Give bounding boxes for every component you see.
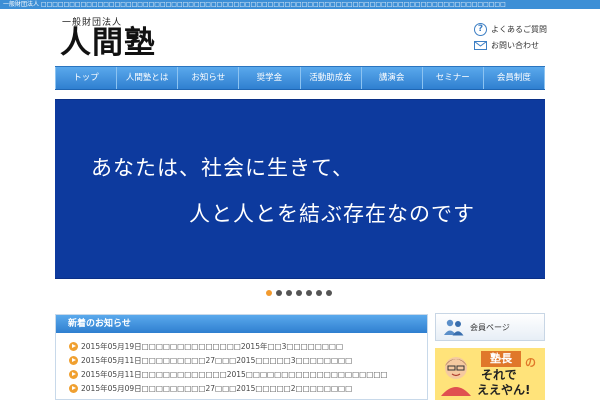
nav-item-top[interactable]: トップ [55,67,118,89]
promo-line2: それで [481,368,517,382]
portrait-illustration-icon [441,357,471,396]
faq-label: よくあるご質問 [491,25,547,34]
carousel-dot[interactable] [266,290,272,296]
main-nav: トップ 人間塾とは お知らせ 奨学金 活動助成金 講演会 セミナー 会員制度 [55,66,545,90]
arrow-right-icon [69,355,78,365]
carousel-dot[interactable] [286,290,292,296]
carousel-indicators [266,290,332,296]
carousel-dot[interactable] [316,290,322,296]
site-logo[interactable]: 人間塾 [60,25,156,61]
nav-item-news[interactable]: お知らせ [178,67,240,89]
news-item-text: 2015年05月11日□□□□□□□□□27□□□2015□□□□□3□□□□□… [81,355,353,365]
site-header: 一般財団法人 人間塾 ? よくあるご質問 お問い合わせ [0,9,600,65]
news-item-text: 2015年05月19日□□□□□□□□□□□□□□2015年□□3□□□□□□□… [81,341,344,351]
carousel-dot[interactable] [296,290,302,296]
hero-banner[interactable]: あなたは、社会に生きて、 人と人とを結ぶ存在なのです [55,99,545,279]
carousel-dot[interactable] [276,290,282,296]
news-item[interactable]: 2015年05月11日□□□□□□□□□□□□2015□□□□□□□□□□□□□… [56,367,427,381]
news-panel-title: 新着のお知らせ [56,315,427,333]
mail-icon [474,41,487,50]
members-icon [444,319,464,336]
arrow-right-icon [69,383,78,393]
arrow-right-icon [69,341,78,351]
promo-line3: ええやん! [477,383,531,397]
contact-label: お問い合わせ [491,41,539,50]
nav-item-scholarship[interactable]: 奨学金 [239,67,301,89]
news-panel: 新着のお知らせ 2015年05月19日□□□□□□□□□□□□□□2015年□□… [55,314,428,400]
promo-title: 塾長 [481,351,521,367]
top-info-text: 一般財団法人 □□□□□□□□□□□□□□□□□□□□□□□□□□□□□□□□□… [3,1,506,8]
news-item[interactable]: 2015年05月09日□□□□□□□□□27□□□2015□□□□□2□□□□□… [56,381,427,395]
top-info-bar: 一般財団法人 □□□□□□□□□□□□□□□□□□□□□□□□□□□□□□□□□… [0,0,600,9]
contact-link[interactable]: お問い合わせ [474,40,539,51]
nav-item-lectures[interactable]: 講演会 [362,67,423,89]
promo-banner[interactable]: 塾長 の それで ええやん! [435,348,545,400]
carousel-dot[interactable] [326,290,332,296]
promo-particle: の [525,356,536,369]
news-item[interactable]: 2015年05月19日□□□□□□□□□□□□□□2015年□□3□□□□□□□… [56,339,427,353]
news-item[interactable]: 2015年05月11日□□□□□□□□□27□□□2015□□□□□3□□□□□… [56,353,427,367]
question-icon: ? [474,23,487,36]
banner-text-line1: あなたは、社会に生きて、 [91,156,354,180]
arrow-right-icon [69,369,78,379]
nav-item-about[interactable]: 人間塾とは [117,67,179,89]
nav-item-grants[interactable]: 活動助成金 [301,67,362,89]
member-page-button[interactable]: 会員ページ [435,313,545,341]
news-item-text: 2015年05月09日□□□□□□□□□27□□□2015□□□□□2□□□□□… [81,383,353,393]
banner-text-line2: 人と人とを結ぶ存在なのです [189,202,475,226]
member-page-label: 会員ページ [470,322,510,332]
nav-item-membership[interactable]: 会員制度 [484,67,545,89]
nav-item-seminars[interactable]: セミナー [423,67,484,89]
news-item-text: 2015年05月11日□□□□□□□□□□□□2015□□□□□□□□□□□□□… [81,369,388,379]
news-list: 2015年05月19日□□□□□□□□□□□□□□2015年□□3□□□□□□□… [56,333,427,395]
faq-link[interactable]: ? よくあるご質問 [474,23,547,36]
carousel-dot[interactable] [306,290,312,296]
